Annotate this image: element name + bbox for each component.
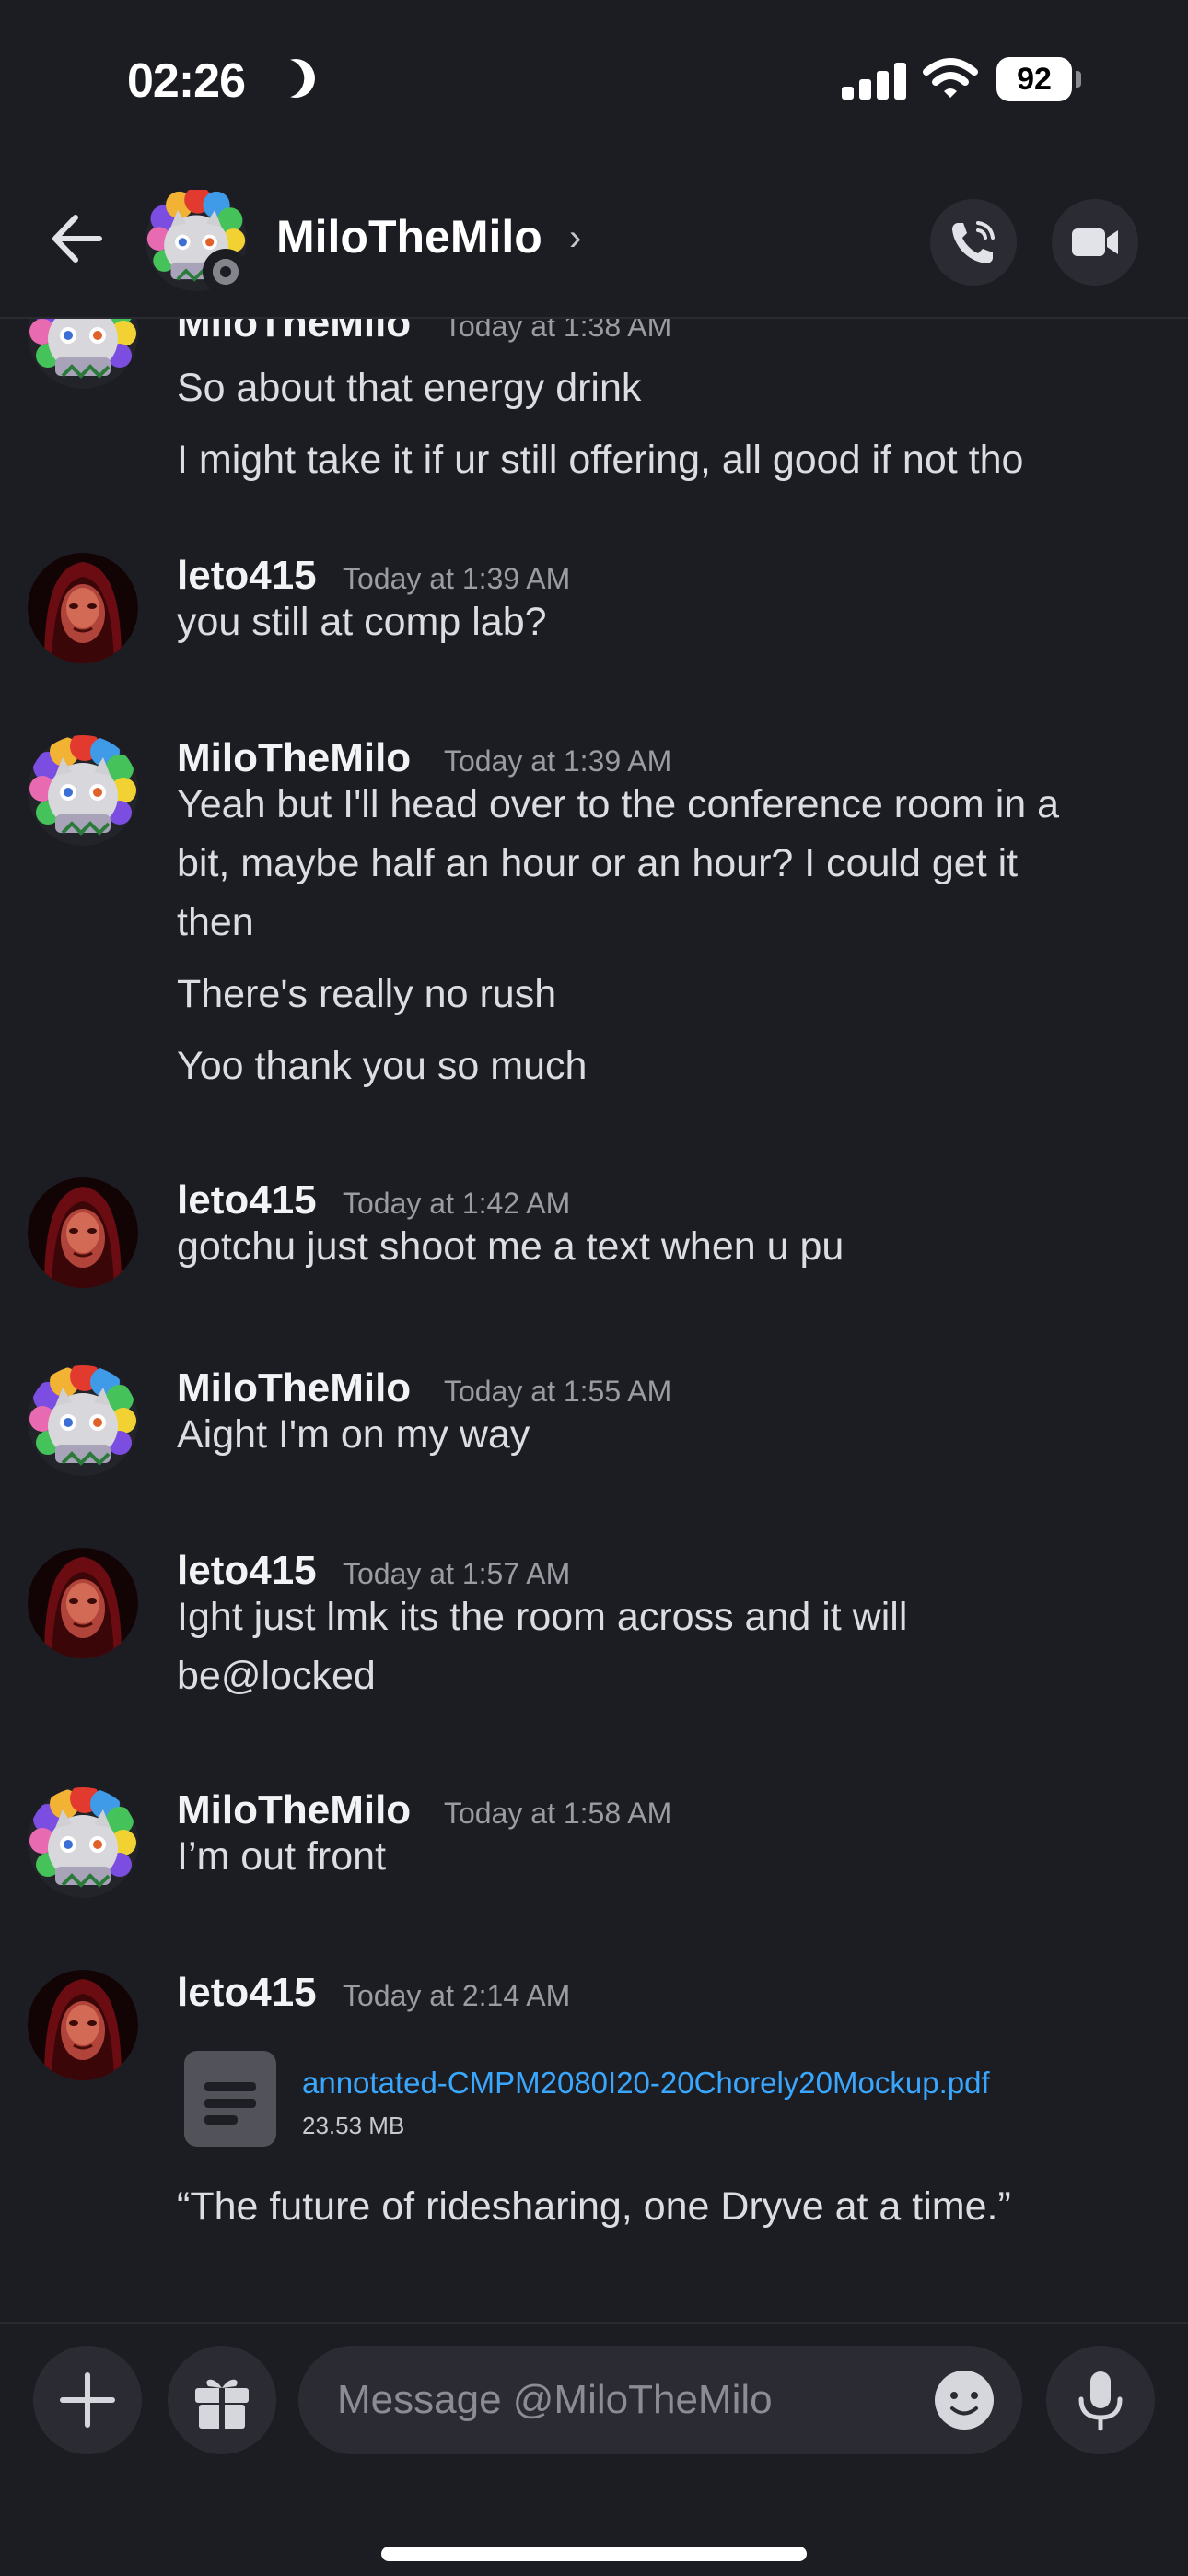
file-name-link[interactable]: annotated-CMPM2080I20-20Chorely20Mockup.… xyxy=(302,2066,990,2101)
battery-level: 92 xyxy=(996,57,1072,101)
status-time: 02:26 xyxy=(127,54,246,108)
message-author[interactable]: leto415 xyxy=(177,1970,317,2016)
avatar[interactable] xyxy=(28,1365,138,1476)
battery-indicator: 92 xyxy=(996,57,1081,101)
gift-icon xyxy=(195,2379,249,2429)
message-list[interactable]: MiloTheMilo Today at 1:38 AM So about th… xyxy=(0,319,1188,2322)
add-attachment-button[interactable] xyxy=(33,2346,142,2454)
message-author[interactable]: MiloTheMilo xyxy=(177,1787,411,1833)
phone-call-icon xyxy=(952,221,995,263)
message-timestamp: Today at 1:55 AM xyxy=(444,1375,672,1408)
emoji-icon[interactable] xyxy=(932,2368,996,2432)
message-timestamp: Today at 1:58 AM xyxy=(444,1797,672,1830)
moon-icon xyxy=(271,53,320,103)
dm-header: MiloTheMilo › xyxy=(0,157,1188,319)
gift-button[interactable] xyxy=(168,2346,276,2454)
chevron-right-icon[interactable]: › xyxy=(569,217,581,259)
message-author[interactable]: MiloTheMilo xyxy=(177,735,411,781)
file-size: 23.53 MB xyxy=(302,2112,405,2139)
message-text: be@locked xyxy=(177,1654,376,1698)
video-camera-icon xyxy=(1072,228,1118,256)
avatar[interactable] xyxy=(28,735,138,846)
plus-icon xyxy=(60,2372,115,2428)
home-indicator[interactable] xyxy=(381,2547,807,2561)
avatar[interactable] xyxy=(28,1548,138,1658)
message-composer xyxy=(0,2322,1188,2576)
message-text: “The future of ridesharing, one Dryve at… xyxy=(177,2184,1011,2229)
voice-message-button[interactable] xyxy=(1046,2346,1155,2454)
message-input[interactable] xyxy=(298,2346,1022,2454)
message-author[interactable]: leto415 xyxy=(177,553,317,599)
microphone-icon xyxy=(1078,2371,1123,2431)
arrow-left-icon[interactable] xyxy=(44,206,109,271)
message-author[interactable]: MiloTheMilo xyxy=(177,1365,411,1411)
message-text: gotchu just shoot me a text when u pu xyxy=(177,1224,844,1269)
offline-status-icon xyxy=(203,249,249,295)
file-attachment[interactable]: annotated-CMPM2080I20-20Chorely20Mockup.… xyxy=(184,2051,1068,2152)
avatar[interactable] xyxy=(28,319,138,389)
message-author[interactable]: leto415 xyxy=(177,1548,317,1594)
message-text: Yoo thank you so much xyxy=(177,1044,588,1088)
video-call-button[interactable] xyxy=(1052,199,1138,286)
message-text: bit, maybe half an hour or an hour? I co… xyxy=(177,841,1019,885)
status-bar: 02:26 92 xyxy=(0,0,1188,157)
message-text: you still at comp lab? xyxy=(177,600,547,644)
message-timestamp: Today at 1:57 AM xyxy=(343,1557,571,1590)
document-file-icon xyxy=(184,2051,276,2147)
dm-username[interactable]: MiloTheMilo xyxy=(276,210,542,263)
message-text: Aight I'm on my way xyxy=(177,1412,530,1457)
message-text: So about that energy drink xyxy=(177,366,642,410)
message-author[interactable]: MiloTheMilo xyxy=(177,319,411,346)
avatar[interactable] xyxy=(28,553,138,663)
message-text: I might take it if ur still offering, al… xyxy=(177,438,1024,482)
message-timestamp: Today at 2:14 AM xyxy=(343,1979,571,2012)
message-text: There's really no rush xyxy=(177,972,557,1016)
message-text: then xyxy=(177,900,254,944)
wifi-icon xyxy=(923,58,978,98)
avatar[interactable] xyxy=(28,1177,138,1288)
message-timestamp: Today at 1:38 AM xyxy=(444,319,672,343)
avatar[interactable] xyxy=(28,1970,138,2080)
avatar[interactable] xyxy=(28,1787,138,1898)
message-timestamp: Today at 1:39 AM xyxy=(444,744,672,778)
voice-call-button[interactable] xyxy=(930,199,1017,286)
message-text: Ight just lmk its the room across and it… xyxy=(177,1595,908,1639)
message-timestamp: Today at 1:39 AM xyxy=(343,562,571,595)
message-text: Yeah but I'll head over to the conferenc… xyxy=(177,782,1060,826)
message-author[interactable]: leto415 xyxy=(177,1177,317,1224)
cellular-signal-icon xyxy=(842,61,906,100)
message-timestamp: Today at 1:42 AM xyxy=(343,1187,571,1220)
message-text: I’m out front xyxy=(177,1834,387,1879)
